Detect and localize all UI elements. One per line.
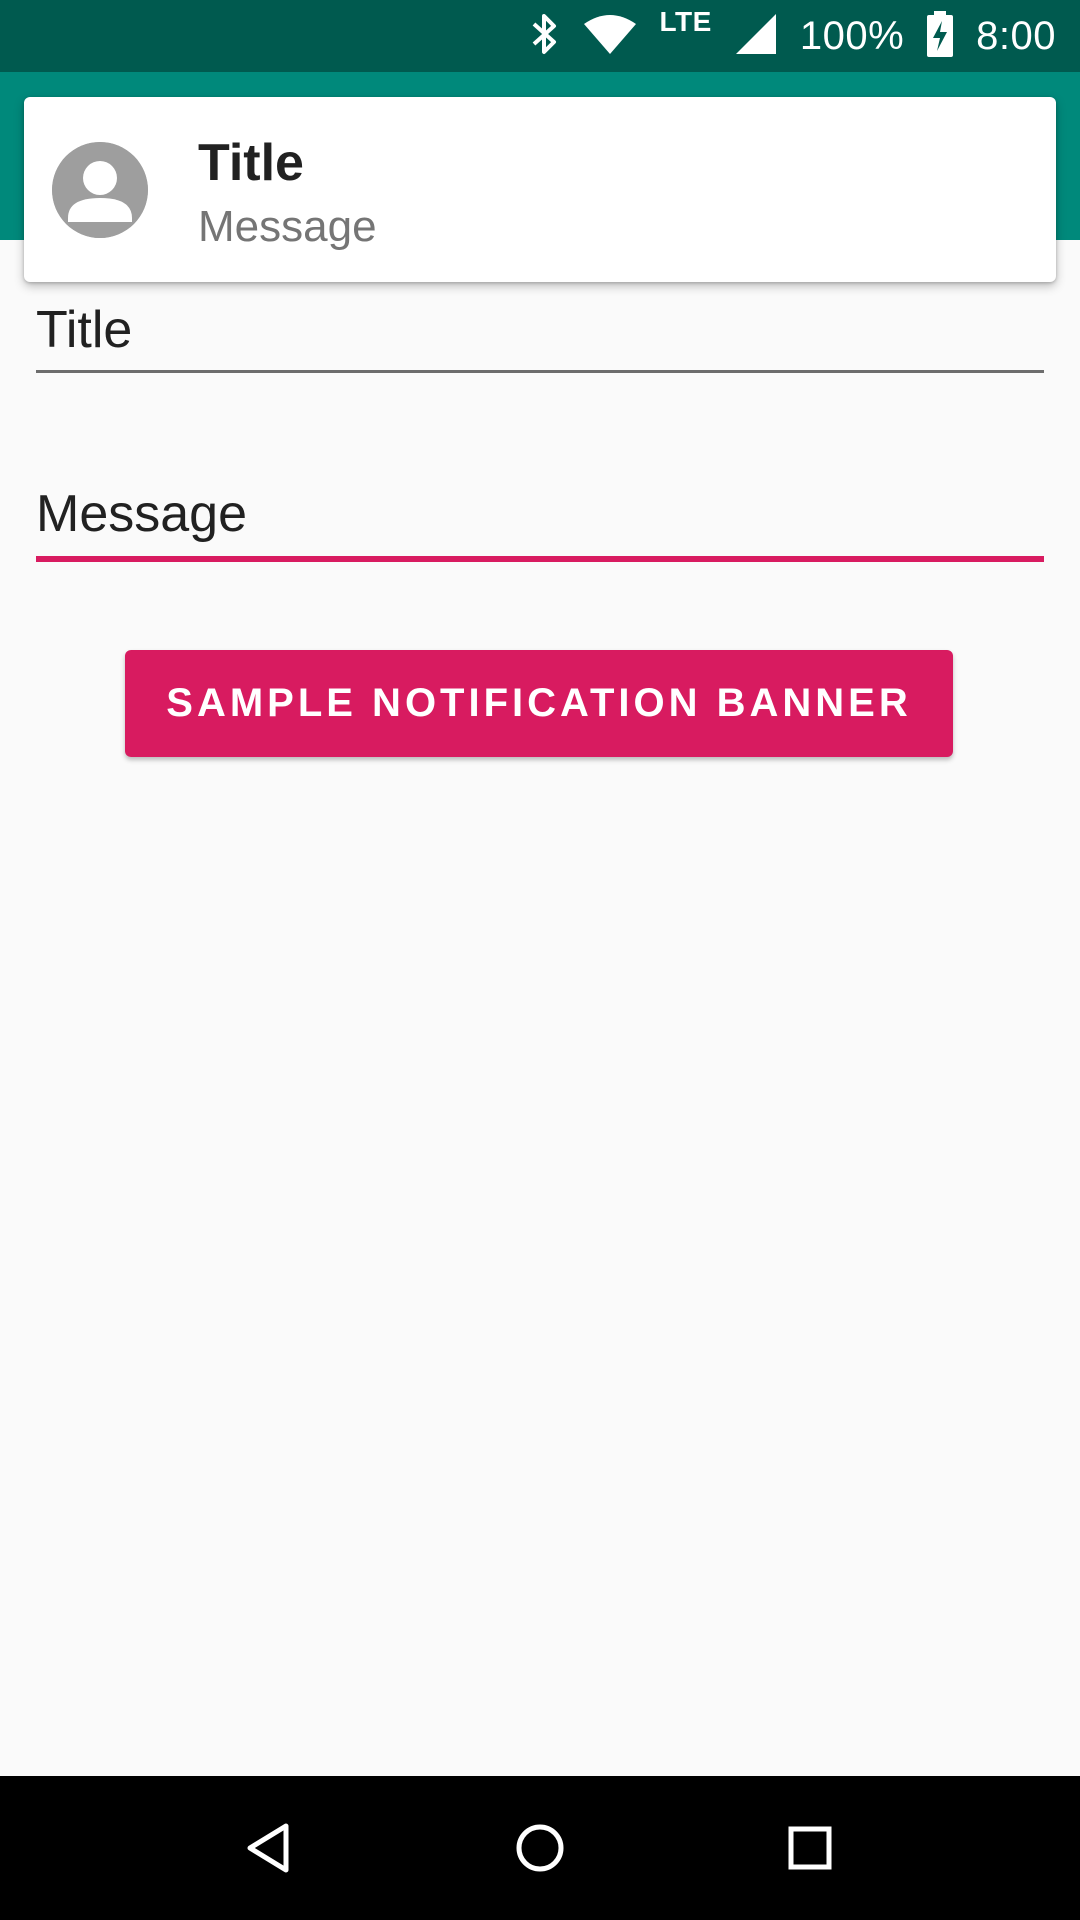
title-field-underline (36, 370, 1044, 373)
cell-signal-icon (734, 12, 778, 61)
navigation-bar (0, 1776, 1080, 1920)
recents-icon[interactable] (770, 1808, 850, 1888)
home-icon[interactable] (500, 1808, 580, 1888)
notification-banner[interactable]: Title Message (24, 97, 1056, 282)
title-field[interactable]: Title (36, 300, 1044, 373)
person-avatar-icon (52, 142, 148, 238)
message-field-underline (36, 556, 1044, 562)
back-icon[interactable] (230, 1808, 310, 1888)
status-time: 8:00 (976, 14, 1056, 58)
status-bar: LTE 100% 8:00 (0, 0, 1080, 72)
status-icons: LTE 100% 8:00 (530, 0, 1056, 72)
message-field[interactable]: Message (36, 484, 1044, 562)
wifi-icon (582, 12, 638, 61)
message-field-value: Message (36, 485, 247, 543)
battery-charging-icon (926, 10, 954, 62)
banner-message: Message (198, 202, 377, 251)
sample-notification-banner-button[interactable]: SAMPLE NOTIFICATION BANNER (125, 650, 953, 757)
title-field-value: Title (36, 301, 133, 359)
banner-title: Title (198, 134, 304, 192)
lte-icon: LTE (659, 6, 712, 37)
battery-percentage: 100% (799, 14, 905, 58)
bluetooth-icon (530, 12, 560, 61)
